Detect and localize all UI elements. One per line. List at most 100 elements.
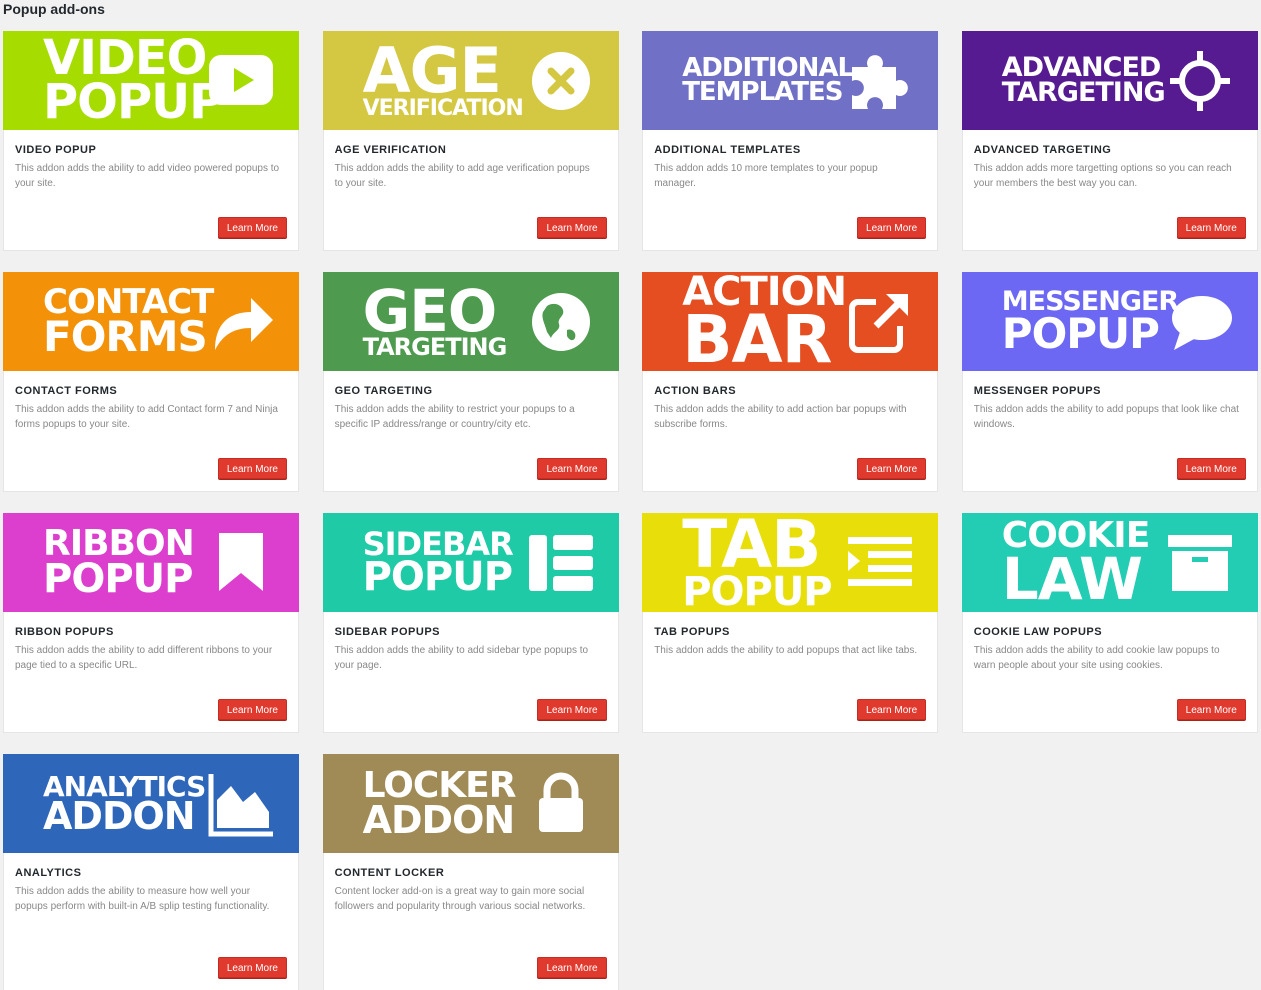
banner-text: MESSENGER POPUP	[1001, 272, 1179, 371]
addon-banner: GEO TARGETING	[322, 272, 619, 371]
learn-more-button[interactable]: Learn More	[857, 699, 927, 720]
banner-line-2: POPUP	[43, 555, 193, 602]
crosshair-icon	[1166, 47, 1234, 115]
banner-line-2: POPUP	[43, 73, 224, 130]
addon-title: ACTION BARS	[654, 385, 737, 397]
banner-text: ADVANCED TARGETING	[1001, 31, 1166, 130]
learn-more-button[interactable]: Learn More	[857, 458, 927, 479]
addon-description: This addon adds the ability to add popup…	[654, 645, 918, 656]
addon-card: ADDITIONAL TEMPLATES ADDITIONAL TEMPLATE…	[642, 31, 939, 251]
banner-text: ANALYTICS ADDON	[43, 754, 206, 853]
addon-title: SIDEBAR POPUPS	[334, 626, 441, 638]
addon-card: ANALYTICS ADDON ANALYTICS This addon add…	[3, 754, 299, 990]
addon-card: COOKIE LAW COOKIE LAW POPUPS This addon …	[961, 513, 1258, 733]
addon-description: This addon adds the ability to add diffe…	[15, 645, 273, 671]
learn-more-button[interactable]: Learn More	[217, 217, 287, 238]
addon-banner: SIDEBAR POPUP	[322, 513, 619, 612]
bookmark-icon	[207, 529, 275, 597]
addon-title: MESSENGER POPUPS	[973, 385, 1101, 397]
addon-card: TAB POPUP TAB POPUPS This addon adds the…	[642, 513, 939, 733]
banner-line-2: POPUP	[1001, 308, 1160, 358]
addon-title: ADDITIONAL TEMPLATES	[654, 144, 801, 156]
banner-line-2: TARGETING	[362, 332, 508, 361]
learn-more-button[interactable]: Learn More	[217, 699, 287, 720]
addon-description: This addon adds 10 more templates to you…	[654, 163, 878, 189]
banner-line-2: BAR	[682, 300, 832, 371]
banner-text: SIDEBAR POPUP	[362, 513, 514, 612]
learn-more-button[interactable]: Learn More	[537, 458, 607, 479]
addon-card: LOCKER ADDON CONTENT LOCKER Content lock…	[322, 754, 619, 990]
addon-banner: LOCKER ADDON	[322, 754, 619, 853]
addon-description: This addon adds the ability to measure h…	[15, 886, 270, 912]
addon-description: This addon adds the ability to add video…	[15, 163, 280, 189]
addon-banner: MESSENGER POPUP	[961, 272, 1258, 371]
play-icon	[207, 47, 275, 115]
addon-card: ADVANCED TARGETING ADVANCED TARGETING Th…	[961, 31, 1258, 251]
addon-description: This addon adds the ability to add Conta…	[15, 404, 278, 430]
addon-card: ACTION BAR ACTION BARS This addon adds t…	[642, 272, 939, 492]
banner-text: LOCKER ADDON	[362, 754, 517, 853]
puzzle-icon	[846, 47, 914, 115]
banner-line-2: FORMS	[43, 311, 208, 361]
indent-list-icon	[846, 529, 914, 597]
addon-banner: VIDEO POPUP	[3, 31, 299, 130]
addon-title: AGE VERIFICATION	[334, 144, 447, 156]
addon-banner: RIBBON POPUP	[3, 513, 299, 612]
banner-text: COOKIE LAW	[1001, 513, 1151, 612]
addon-card: CONTACT FORMS CONTACT FORMS This addon a…	[3, 272, 299, 492]
learn-more-button[interactable]: Learn More	[1176, 699, 1246, 720]
addon-description: This addon adds the ability to add age v…	[334, 163, 590, 189]
addon-description: This addon adds more targetting options …	[973, 163, 1232, 189]
page-title: Popup add-ons	[3, 1, 105, 17]
banner-line-1: AGE	[362, 33, 502, 107]
banner-line-1: TAB	[682, 513, 821, 583]
learn-more-button[interactable]: Learn More	[1176, 217, 1246, 238]
addon-grid: VIDEO POPUP VIDEO POPUP This addon adds …	[3, 31, 1258, 990]
addon-card: GEO TARGETING GEO TARGETING This addon a…	[322, 272, 619, 492]
close-circle-icon	[527, 47, 595, 115]
banner-text: TAB POPUP	[682, 513, 832, 612]
addon-card: RIBBON POPUP RIBBON POPUPS This addon ad…	[3, 513, 299, 733]
banner-text: ADDITIONAL TEMPLATES	[682, 31, 854, 130]
addon-title: ANALYTICS	[15, 867, 82, 879]
sidebar-layout-icon	[527, 529, 595, 597]
addon-description: This addon adds the ability to add popup…	[973, 404, 1239, 430]
addon-description: This addon adds the ability to add actio…	[654, 404, 907, 430]
banner-text: AGE VERIFICATION	[362, 31, 524, 130]
addon-card: AGE VERIFICATION AGE VERIFICATION This a…	[322, 31, 619, 251]
addon-title: CONTENT LOCKER	[334, 867, 445, 879]
addon-banner: AGE VERIFICATION	[322, 31, 619, 130]
archive-box-icon	[1166, 529, 1234, 597]
addon-description: This addon adds the ability to restrict …	[334, 404, 575, 430]
banner-text: ACTION BAR	[682, 272, 847, 371]
share-arrow-icon	[207, 288, 275, 356]
addon-title: RIBBON POPUPS	[15, 626, 114, 638]
banner-line-2: TARGETING	[1001, 76, 1166, 108]
addon-title: ADVANCED TARGETING	[973, 144, 1112, 156]
banner-line-2: LAW	[1001, 544, 1143, 612]
banner-text: VIDEO POPUP	[43, 31, 224, 130]
learn-more-button[interactable]: Learn More	[217, 957, 287, 978]
addon-title: GEO TARGETING	[334, 385, 433, 397]
learn-more-button[interactable]: Learn More	[537, 699, 607, 720]
banner-line-2: ADDON	[43, 794, 196, 838]
banner-line-2: POPUP	[682, 569, 832, 612]
addon-banner: ADDITIONAL TEMPLATES	[642, 31, 939, 130]
banner-line-2: ADDON	[362, 797, 516, 842]
learn-more-button[interactable]: Learn More	[1176, 458, 1246, 479]
external-link-icon	[846, 288, 914, 356]
addon-card: SIDEBAR POPUP SIDEBAR POPUPS This addon …	[322, 513, 619, 733]
addon-banner: TAB POPUP	[642, 513, 939, 612]
addon-banner: ACTION BAR	[642, 272, 939, 371]
chat-bubble-icon	[1166, 288, 1234, 356]
banner-text: CONTACT FORMS	[43, 272, 214, 371]
learn-more-button[interactable]: Learn More	[857, 217, 927, 238]
banner-line-2: POPUP	[362, 553, 513, 600]
learn-more-button[interactable]: Learn More	[537, 957, 607, 978]
learn-more-button[interactable]: Learn More	[537, 217, 607, 238]
addon-banner: COOKIE LAW	[961, 513, 1258, 612]
banner-line-1: GEO	[362, 276, 498, 345]
banner-text: RIBBON POPUP	[43, 513, 195, 612]
banner-line-2: TEMPLATES	[682, 76, 843, 107]
learn-more-button[interactable]: Learn More	[217, 458, 287, 479]
